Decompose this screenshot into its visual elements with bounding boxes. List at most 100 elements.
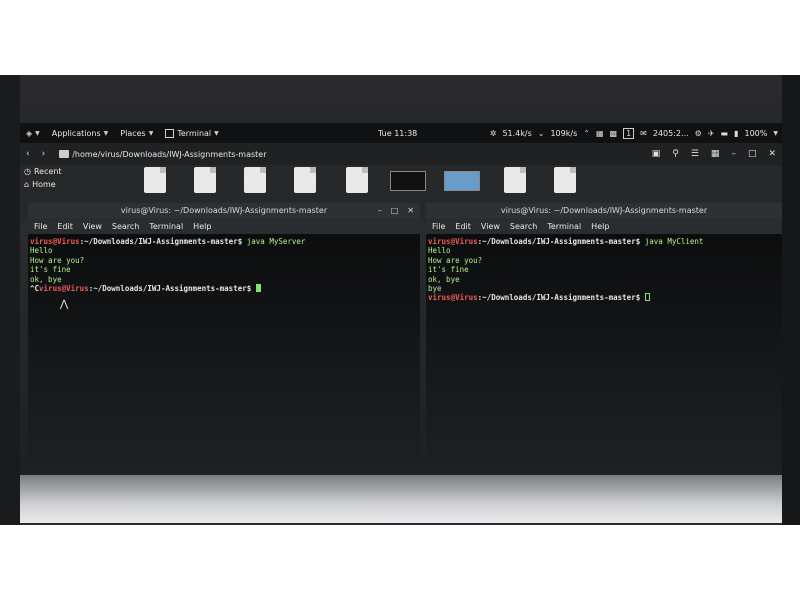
output-line: it's fine: [30, 265, 71, 275]
menu-view[interactable]: View: [83, 222, 102, 231]
photo-background-top: [0, 0, 800, 75]
terminal-icon: [165, 128, 175, 138]
chevron-down-icon: ▼: [35, 129, 40, 137]
terminal-window-server[interactable]: virus@Virus: ~/Downloads/IWJ-Assignments…: [28, 203, 420, 475]
search-icon[interactable]: ⚲: [672, 149, 679, 159]
activities-button[interactable]: ◈ ▼: [20, 129, 46, 138]
terminal-menubar: File Edit View Search Terminal Help: [28, 218, 420, 234]
clock[interactable]: Tue 11:38: [378, 123, 417, 143]
file-manager-pathbar: ‹ › /home/virus/Downloads/IWJ-Assignment…: [20, 143, 782, 165]
trash-icon[interactable]: ▬: [721, 129, 729, 138]
file-icon[interactable]: [504, 167, 526, 193]
workspace-number: 1: [626, 128, 632, 138]
location-path[interactable]: /home/virus/Downloads/IWJ-Assignments-ma…: [72, 150, 266, 159]
prompt-path: :~/Downloads/IWJ-Assignments-master$: [88, 284, 252, 294]
list-view-icon[interactable]: ☰: [691, 149, 699, 159]
chevron-down-icon: ▼: [214, 129, 219, 137]
image-thumbnail[interactable]: [444, 171, 480, 191]
output-line: ok, bye: [428, 274, 460, 284]
menu-terminal[interactable]: Terminal: [547, 222, 581, 231]
maximize-icon[interactable]: □: [391, 206, 399, 215]
menu-file[interactable]: File: [34, 222, 47, 231]
window-titlebar[interactable]: virus@Virus: ~/Downloads/IWJ-Assignments…: [28, 203, 420, 218]
close-icon[interactable]: ✕: [768, 149, 776, 159]
terminal-app-label: Terminal: [177, 128, 212, 138]
screenshot-icon[interactable]: ▩: [610, 129, 618, 138]
screen-glare: [20, 475, 782, 523]
window-titlebar[interactable]: virus@Virus: ~/Downloads/IWJ-Assignments…: [426, 203, 782, 218]
prompt-path: :~/Downloads/IWJ-Assignments-master$: [477, 293, 641, 303]
mail-count: 2405:2...: [652, 128, 689, 138]
terminal-output[interactable]: virus@Virus:~/Downloads/IWJ-Assignments-…: [426, 234, 782, 475]
settings-icon[interactable]: ✲: [490, 129, 497, 138]
menu-icon[interactable]: ▦: [711, 149, 720, 159]
laptop-bezel-left: [0, 75, 20, 525]
applications-menu[interactable]: Applications ▼: [46, 129, 115, 138]
battery-icon[interactable]: ▮: [734, 129, 738, 138]
prompt-path: :~/Downloads/IWJ-Assignments-master$: [79, 237, 243, 246]
chevron-down-icon: ⌄: [537, 128, 545, 138]
file-icon[interactable]: [244, 167, 266, 193]
photo-background-bottom: [0, 525, 800, 600]
menu-view[interactable]: View: [481, 222, 500, 231]
workspace-indicator[interactable]: 1: [623, 127, 635, 139]
menu-search[interactable]: Search: [510, 222, 537, 231]
menu-edit[interactable]: Edit: [455, 222, 471, 231]
clock-label: Tue 11:38: [378, 128, 418, 138]
prompt-path: :~/Downloads/IWJ-Assignments-master$: [477, 237, 641, 246]
places-menu[interactable]: Places ▼: [114, 129, 159, 138]
terminal-output[interactable]: virus@Virus:~/Downloads/IWJ-Assignments-…: [28, 234, 420, 475]
clock-icon: ◷: [24, 167, 31, 176]
prompt-line: virus@Virus:~/Downloads/IWJ-Assignments-…: [428, 293, 780, 302]
chevron-down-icon: ▼: [103, 129, 109, 137]
ibeam-cursor-icon: ⋀: [60, 299, 69, 310]
bookmark-icon[interactable]: ▣: [652, 149, 661, 159]
file-icon[interactable]: [144, 167, 166, 193]
airplane-icon[interactable]: ✈: [708, 129, 715, 138]
output-line: How are you?: [428, 255, 483, 265]
network-icon[interactable]: ⚙: [695, 129, 702, 138]
net-down-indicator[interactable]: 51.4k/s: [502, 129, 531, 138]
mail-icon[interactable]: ✉: [640, 129, 647, 138]
grid-icon[interactable]: ▦: [596, 129, 604, 138]
sidebar-item-home[interactable]: ⌂ Home: [20, 178, 130, 191]
kali-dragon-icon: ◈: [26, 128, 33, 138]
net-up-value: 109: [550, 128, 566, 138]
menu-terminal[interactable]: Terminal: [149, 222, 183, 231]
laptop-screen: ◈ ▼ Applications ▼ Places ▼ Terminal ▼ T…: [20, 123, 782, 523]
text-cursor: [644, 293, 650, 302]
prompt-line: ^Cvirus@Virus:~/Downloads/IWJ-Assignment…: [30, 284, 418, 293]
chevron-up-icon: ⌃: [583, 128, 590, 138]
minimize-icon[interactable]: –: [378, 206, 382, 215]
back-icon[interactable]: ‹: [20, 149, 36, 159]
window-title: virus@Virus: ~/Downloads/IWJ-Assignments…: [500, 206, 708, 215]
sidebar-item-recent[interactable]: ◷ Recent: [20, 165, 130, 178]
terminal-window-client[interactable]: virus@Virus: ~/Downloads/IWJ-Assignments…: [426, 203, 782, 475]
interrupt-prefix: ^C: [30, 284, 40, 294]
file-manager-toolbar: ▣ ⚲ ☰ ▦ – □ ✕: [652, 143, 776, 165]
net-up-indicator[interactable]: 109k/s: [550, 129, 577, 138]
maximize-icon[interactable]: □: [748, 149, 757, 159]
output-line: How are you?: [30, 255, 85, 265]
image-thumbnail[interactable]: [390, 171, 426, 191]
file-icon[interactable]: [346, 167, 368, 193]
menu-edit[interactable]: Edit: [57, 222, 73, 231]
file-icon[interactable]: [294, 167, 316, 193]
command-line: virus@Virus:~/Downloads/IWJ-Assignments-…: [30, 237, 418, 246]
file-icon[interactable]: [194, 167, 216, 193]
forward-icon[interactable]: ›: [36, 149, 52, 159]
chevron-down-icon: ▼: [773, 129, 778, 137]
menu-help[interactable]: Help: [591, 222, 609, 231]
folder-icon: [59, 150, 70, 158]
minimize-icon[interactable]: –: [731, 149, 736, 159]
menu-search[interactable]: Search: [112, 222, 139, 231]
applications-label: Applications: [51, 128, 101, 138]
menu-file[interactable]: File: [432, 222, 445, 231]
close-icon[interactable]: ✕: [407, 206, 414, 215]
terminal-app-menu[interactable]: Terminal ▼: [159, 128, 224, 138]
laptop-bezel-right: [782, 75, 800, 525]
menu-help[interactable]: Help: [193, 222, 211, 231]
window-title: virus@Virus: ~/Downloads/IWJ-Assignments…: [120, 206, 328, 215]
file-icon[interactable]: [554, 167, 576, 193]
prompt-user: virus@Virus: [39, 284, 89, 294]
